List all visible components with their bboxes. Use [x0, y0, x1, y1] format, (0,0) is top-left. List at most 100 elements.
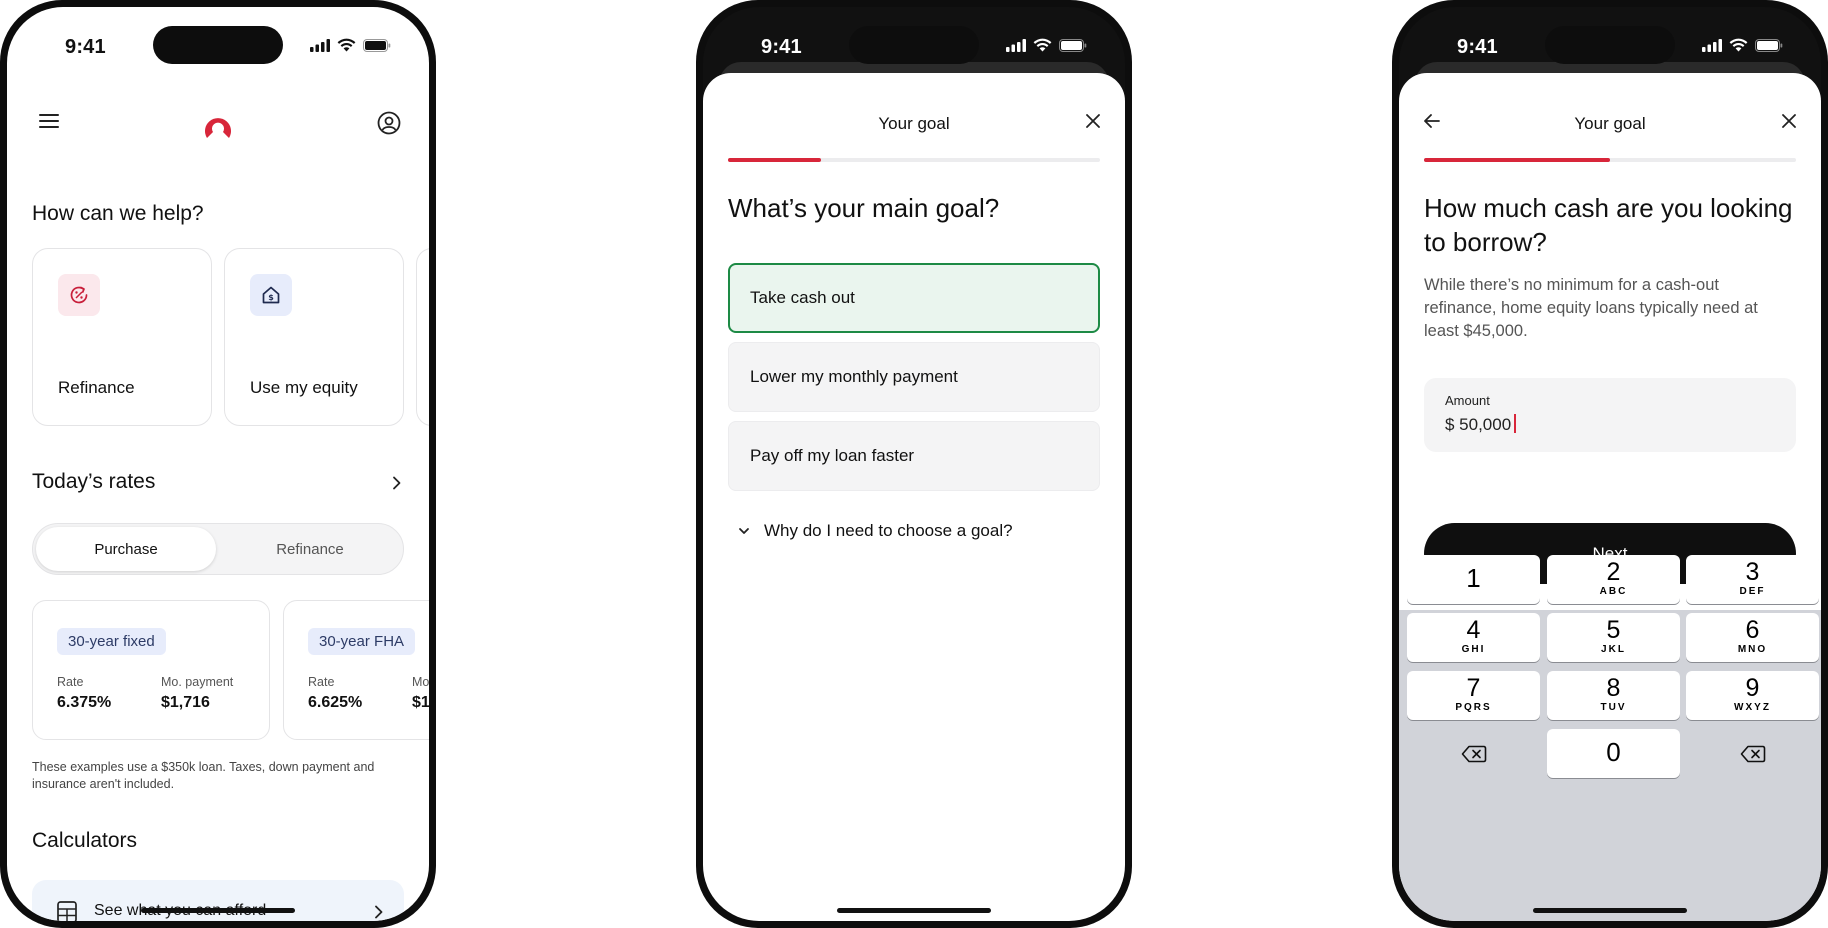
- backspace-icon: [1461, 745, 1486, 762]
- key-digit: 8: [1606, 674, 1621, 702]
- cellular-signal-icon: [310, 38, 330, 52]
- key-9[interactable]: 9 WXYZ: [1686, 671, 1819, 720]
- key-2[interactable]: 2 ABC: [1547, 555, 1680, 604]
- key-letters: DEF: [1739, 586, 1766, 597]
- house-dollar-icon: $: [250, 274, 292, 316]
- battery-icon: [1059, 38, 1087, 52]
- help-card-label: Use my equity: [250, 378, 358, 397]
- close-icon[interactable]: [1781, 113, 1797, 129]
- rate-value: 6.625%: [308, 694, 363, 711]
- section-title-help: How can we help?: [32, 202, 204, 225]
- key-letters: JKL: [1601, 644, 1626, 655]
- key-7[interactable]: 7 PQRS: [1407, 671, 1540, 720]
- key-letters: WXYZ: [1734, 702, 1771, 713]
- wifi-icon: [337, 38, 356, 52]
- chevron-right-icon[interactable]: [392, 476, 402, 490]
- key-8[interactable]: 8 TUV: [1547, 671, 1680, 720]
- home-indicator: [1533, 908, 1687, 913]
- rate-value: 6.375%: [57, 694, 112, 711]
- payment-label: Mo. payment: [161, 675, 234, 689]
- key-6[interactable]: 6 MNO: [1686, 613, 1819, 662]
- key-5[interactable]: 5 JKL: [1547, 613, 1680, 662]
- rate-card-30-year-fixed[interactable]: 30-year fixed Rate 6.375% Mo. payment $1…: [32, 600, 270, 740]
- question-title: What’s your main goal?: [728, 193, 1000, 223]
- calculator-icon: [57, 901, 77, 921]
- rate-card-30-year-fha[interactable]: 30-year FHA Rate 6.625% Mo $1: [283, 600, 429, 740]
- payment-label: Mo: [412, 675, 429, 689]
- status-time: 9:41: [761, 36, 802, 58]
- app-header: [35, 107, 401, 141]
- why-choose-goal-label: Why do I need to choose a goal?: [764, 521, 1013, 540]
- progress-bar: [1424, 158, 1796, 162]
- hamburger-menu-icon[interactable]: [39, 113, 59, 129]
- key-digit: 4: [1466, 616, 1481, 644]
- key-letters: GHI: [1461, 644, 1486, 655]
- profile-icon[interactable]: [377, 111, 401, 135]
- cellular-signal-icon: [1702, 38, 1722, 52]
- option-take-cash-out[interactable]: Take cash out: [728, 263, 1100, 333]
- delete-key[interactable]: [1686, 729, 1819, 778]
- battery-icon: [1755, 38, 1783, 52]
- borrow-sheet: Your goal How much cash are you looking …: [1399, 73, 1821, 921]
- key-1[interactable]: 1: [1407, 555, 1540, 604]
- key-letters: MNO: [1737, 644, 1768, 655]
- help-card-refinance[interactable]: Refinance: [32, 248, 212, 426]
- dynamic-island: [153, 26, 283, 64]
- tab-refinance[interactable]: Refinance: [220, 527, 400, 571]
- key-digit: 9: [1745, 674, 1760, 702]
- status-time: 9:41: [65, 36, 106, 58]
- option-pay-off-faster[interactable]: Pay off my loan faster: [728, 421, 1100, 491]
- goal-sheet: Your goal What’s your main goal? Take ca…: [703, 73, 1125, 921]
- calculator-item-afford[interactable]: See what you can afford: [32, 880, 404, 921]
- wifi-icon: [1729, 38, 1748, 52]
- key-digit: 1: [1466, 563, 1481, 593]
- rates-segmented-control: Purchase Refinance: [32, 523, 404, 575]
- phone-goal: 9:41 Your goal What’s your main goal? Ta…: [696, 0, 1132, 928]
- help-cards: Refinance $ Use my equity: [32, 248, 429, 428]
- rate-tag: 30-year fixed: [57, 628, 166, 655]
- close-icon[interactable]: [1085, 113, 1101, 129]
- key-digit: 0: [1606, 737, 1621, 767]
- backspace-icon: [1740, 745, 1765, 762]
- screen-goal: 9:41 Your goal What’s your main goal? Ta…: [703, 7, 1125, 921]
- help-card-use-equity[interactable]: $ Use my equity: [224, 248, 404, 426]
- key-letters: PQRS: [1455, 702, 1492, 713]
- battery-icon: [363, 38, 391, 52]
- tab-purchase[interactable]: Purchase: [36, 527, 216, 571]
- key-digit: 2: [1606, 558, 1621, 586]
- screen-borrow-amount: 9:41 Your goal How much cash are you loo…: [1399, 7, 1821, 921]
- amount-label: Amount: [1445, 393, 1490, 408]
- wifi-icon: [1033, 38, 1052, 52]
- cellular-signal-icon: [1006, 38, 1026, 52]
- question-title: How much cash are you looking to borrow?: [1424, 193, 1793, 257]
- text-cursor: [1514, 414, 1517, 433]
- status-time: 9:41: [1457, 36, 1498, 58]
- section-title-calculators: Calculators: [32, 829, 138, 852]
- delete-key[interactable]: [1407, 729, 1540, 778]
- question-description: While there’s no minimum for a cash-out …: [1424, 276, 1758, 340]
- payment-value: $1: [412, 694, 429, 711]
- rates-disclaimer: These examples use a $350k loan. Taxes, …: [32, 760, 375, 791]
- progress-fill: [1424, 158, 1610, 162]
- rate-label: Rate: [57, 675, 84, 689]
- key-0[interactable]: 0: [1547, 729, 1680, 778]
- key-digit: 3: [1745, 558, 1760, 586]
- key-letters: ABC: [1599, 586, 1628, 597]
- sheet-title: Your goal: [1574, 114, 1646, 133]
- payment-value: $1,716: [161, 694, 210, 711]
- brand-logo-icon: [205, 118, 231, 138]
- key-letters: TUV: [1600, 702, 1627, 713]
- key-3[interactable]: 3 DEF: [1686, 555, 1819, 604]
- key-4[interactable]: 4 GHI: [1407, 613, 1540, 662]
- phone-home: 9:41 How can we help? Refinance $ Use my…: [0, 0, 436, 928]
- option-lower-payment[interactable]: Lower my monthly payment: [728, 342, 1100, 412]
- dynamic-island: [849, 26, 979, 64]
- why-choose-goal-toggle[interactable]: Why do I need to choose a goal?: [738, 521, 1013, 541]
- help-card-next[interactable]: [416, 248, 429, 426]
- amount-field[interactable]: Amount $ 50,000: [1424, 378, 1796, 452]
- rate-tag: 30-year FHA: [308, 628, 416, 655]
- key-digit: 5: [1606, 616, 1621, 644]
- chevron-right-icon: [375, 905, 383, 919]
- percent-refresh-icon: [58, 274, 100, 316]
- amount-value: $ 50,000: [1445, 415, 1512, 434]
